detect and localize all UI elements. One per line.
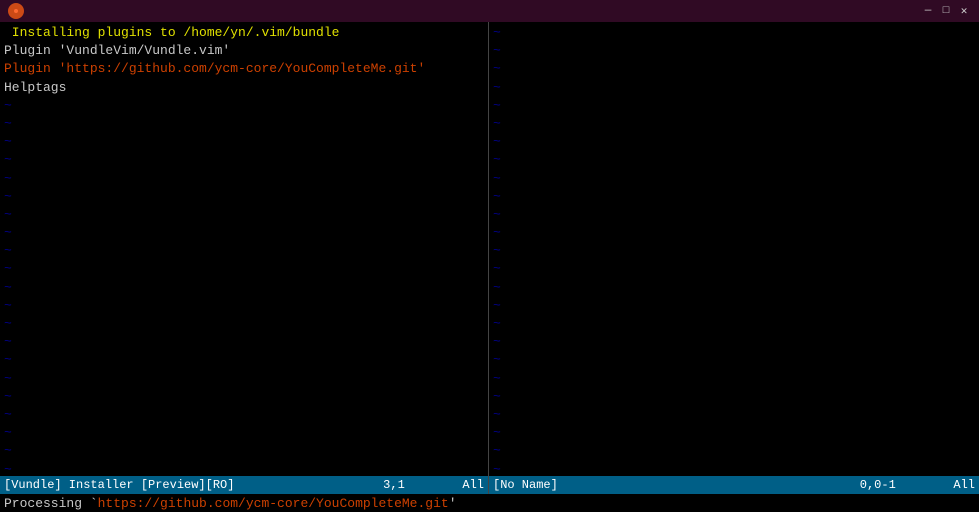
main-area: Installing plugins to /home/yn/.vim/bund…	[0, 22, 979, 512]
status-right-name: [No Name]	[493, 478, 558, 492]
cmdline-url: https://github.com/ycm-core/YouCompleteM…	[98, 496, 449, 511]
minimize-button[interactable]: —	[921, 4, 935, 18]
line-installing: Installing plugins to /home/yn/.vim/bund…	[4, 24, 484, 42]
app-icon	[8, 3, 24, 19]
status-bar-left: [Vundle] Installer [Preview][RO] 3,1 All	[0, 476, 489, 494]
status-left-name: [Vundle] Installer [Preview][RO]	[4, 478, 234, 492]
close-button[interactable]: ✕	[957, 4, 971, 18]
cmdline: Processing `https://github.com/ycm-core/…	[0, 494, 979, 512]
line-helptags: Helptags	[4, 79, 484, 97]
left-pane[interactable]: Installing plugins to /home/yn/.vim/bund…	[0, 22, 489, 476]
cmdline-suffix: '	[449, 496, 457, 511]
cmdline-prefix: Processing `	[4, 496, 98, 511]
right-content: ~~~~~ ~~~~~ ~~~~~ ~~~~~ ~~~~~ ~~~~~ ~~~~…	[489, 22, 979, 476]
right-tilde-lines: ~~~~~ ~~~~~ ~~~~~ ~~~~~ ~~~~~ ~~~~~ ~~~~…	[493, 24, 975, 476]
titlebar: — □ ✕	[0, 0, 979, 22]
line-plugin-vundle: Plugin 'VundleVim/Vundle.vim'	[4, 42, 484, 60]
right-pane[interactable]: ~~~~~ ~~~~~ ~~~~~ ~~~~~ ~~~~~ ~~~~~ ~~~~…	[489, 22, 979, 476]
window-controls: — □ ✕	[921, 4, 971, 18]
maximize-button[interactable]: □	[939, 4, 953, 18]
editor-area: Installing plugins to /home/yn/.vim/bund…	[0, 22, 979, 476]
status-bar-right: [No Name] 0,0-1 All	[489, 476, 979, 494]
status-area: [Vundle] Installer [Preview][RO] 3,1 All…	[0, 476, 979, 494]
status-right-position: 0,0-1 All	[860, 478, 975, 492]
left-content: Installing plugins to /home/yn/.vim/bund…	[0, 22, 488, 476]
status-left-position: 3,1 All	[383, 478, 484, 492]
line-plugin-ycm: Plugin 'https://github.com/ycm-core/YouC…	[4, 60, 484, 78]
left-tilde-lines: ~~~~~ ~~~~~ ~~~~~ ~~~~~ ~~~~~ ~~~~~	[4, 97, 484, 476]
